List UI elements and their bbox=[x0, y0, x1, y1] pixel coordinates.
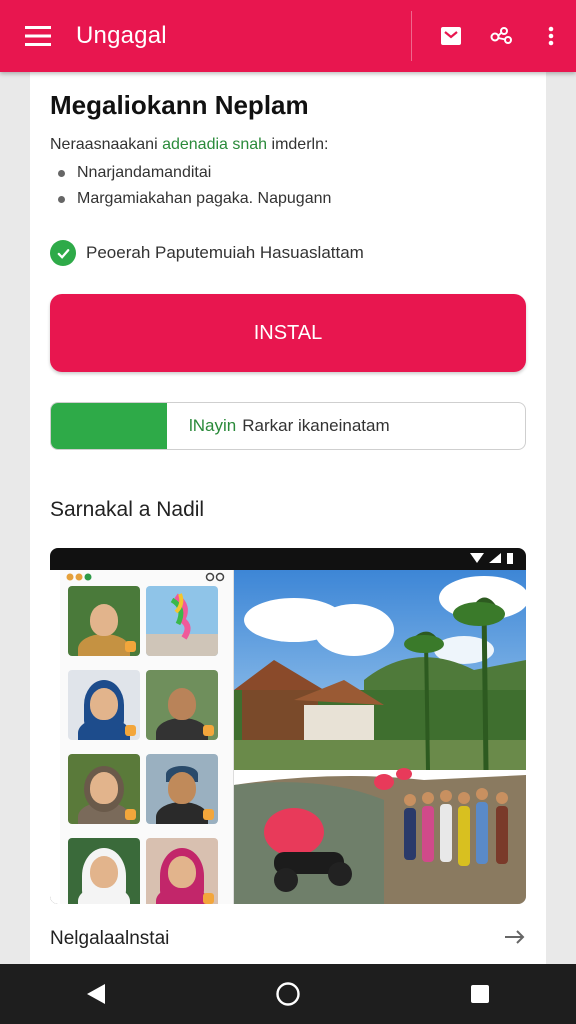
app-title: Ungagal bbox=[76, 22, 167, 49]
verified-text: Peoerah Paputemuiah Hasuaslattam bbox=[86, 243, 364, 262]
page-title: Megaliokann Neplam bbox=[50, 90, 309, 120]
arrow-right-icon[interactable] bbox=[504, 929, 526, 950]
app-screenshot-preview[interactable] bbox=[50, 548, 526, 904]
download-progress-bar: lNayin Rarkar ikaneinatam bbox=[50, 402, 526, 450]
install-button[interactable]: INSTAL bbox=[50, 294, 526, 372]
preview-mini-icons bbox=[66, 572, 98, 585]
share-button[interactable] bbox=[476, 0, 526, 72]
description: Neraasnaakani adenadia snah imderln: bbox=[50, 136, 328, 154]
screenshots-title: Sarnakal a Nadil bbox=[50, 498, 205, 521]
menu-icon bbox=[25, 26, 51, 46]
progress-text: Rarkar ikaneinatam bbox=[242, 416, 390, 435]
app-bar: Ungagal bbox=[0, 0, 576, 72]
description-highlight: adenadia snah bbox=[162, 136, 268, 153]
bookmark-button[interactable] bbox=[426, 0, 476, 72]
gallery-tile[interactable] bbox=[68, 586, 140, 656]
gallery-tile[interactable] bbox=[146, 838, 218, 904]
gallery-tile[interactable] bbox=[68, 670, 140, 740]
footer-label: Nelgalaalnstai bbox=[50, 928, 170, 949]
appbar-divider bbox=[411, 11, 412, 61]
back-button[interactable] bbox=[66, 964, 126, 1024]
check-circle-icon bbox=[50, 240, 76, 266]
gallery-tile[interactable] bbox=[146, 586, 218, 656]
menu-button[interactable] bbox=[0, 0, 76, 72]
more-button[interactable] bbox=[526, 0, 576, 72]
preview-content bbox=[50, 570, 526, 904]
description-prefix: Neraasnaakani bbox=[50, 136, 163, 153]
recents-button[interactable] bbox=[450, 964, 510, 1024]
gallery-tile[interactable] bbox=[146, 670, 218, 740]
preview-mini-status bbox=[205, 572, 227, 585]
description-suffix: imderln: bbox=[267, 136, 329, 153]
content-card: Megaliokann Neplam Neraasnaakani adenadi… bbox=[30, 72, 546, 964]
feature-list: Nnarjandamanditai Margamiakahan pagaka. … bbox=[58, 160, 331, 212]
home-icon bbox=[276, 982, 300, 1006]
gallery-tile[interactable] bbox=[68, 838, 140, 904]
back-icon bbox=[87, 984, 105, 1004]
gallery-tile[interactable] bbox=[68, 754, 140, 824]
progress-status: lNayin bbox=[189, 416, 237, 435]
system-nav-bar bbox=[0, 964, 576, 1024]
verified-row: Peoerah Paputemuiah Hasuaslattam bbox=[50, 240, 364, 266]
more-vertical-icon bbox=[548, 26, 554, 46]
footer-link-row[interactable]: Nelgalaalnstai bbox=[50, 928, 526, 950]
preview-status-icons bbox=[470, 552, 514, 564]
recents-icon bbox=[471, 985, 489, 1003]
list-item: Nnarjandamanditai bbox=[58, 160, 331, 186]
home-button[interactable] bbox=[258, 964, 318, 1024]
preview-gallery-grid bbox=[60, 570, 234, 904]
gallery-tile[interactable] bbox=[146, 754, 218, 824]
progress-fill bbox=[51, 403, 168, 449]
list-item: Margamiakahan pagaka. Napugann bbox=[58, 186, 331, 212]
village-scene-image bbox=[234, 570, 526, 904]
progress-label: lNayin Rarkar ikaneinatam bbox=[189, 403, 390, 449]
share-icon bbox=[490, 27, 512, 44]
bookmark-icon bbox=[441, 27, 461, 45]
